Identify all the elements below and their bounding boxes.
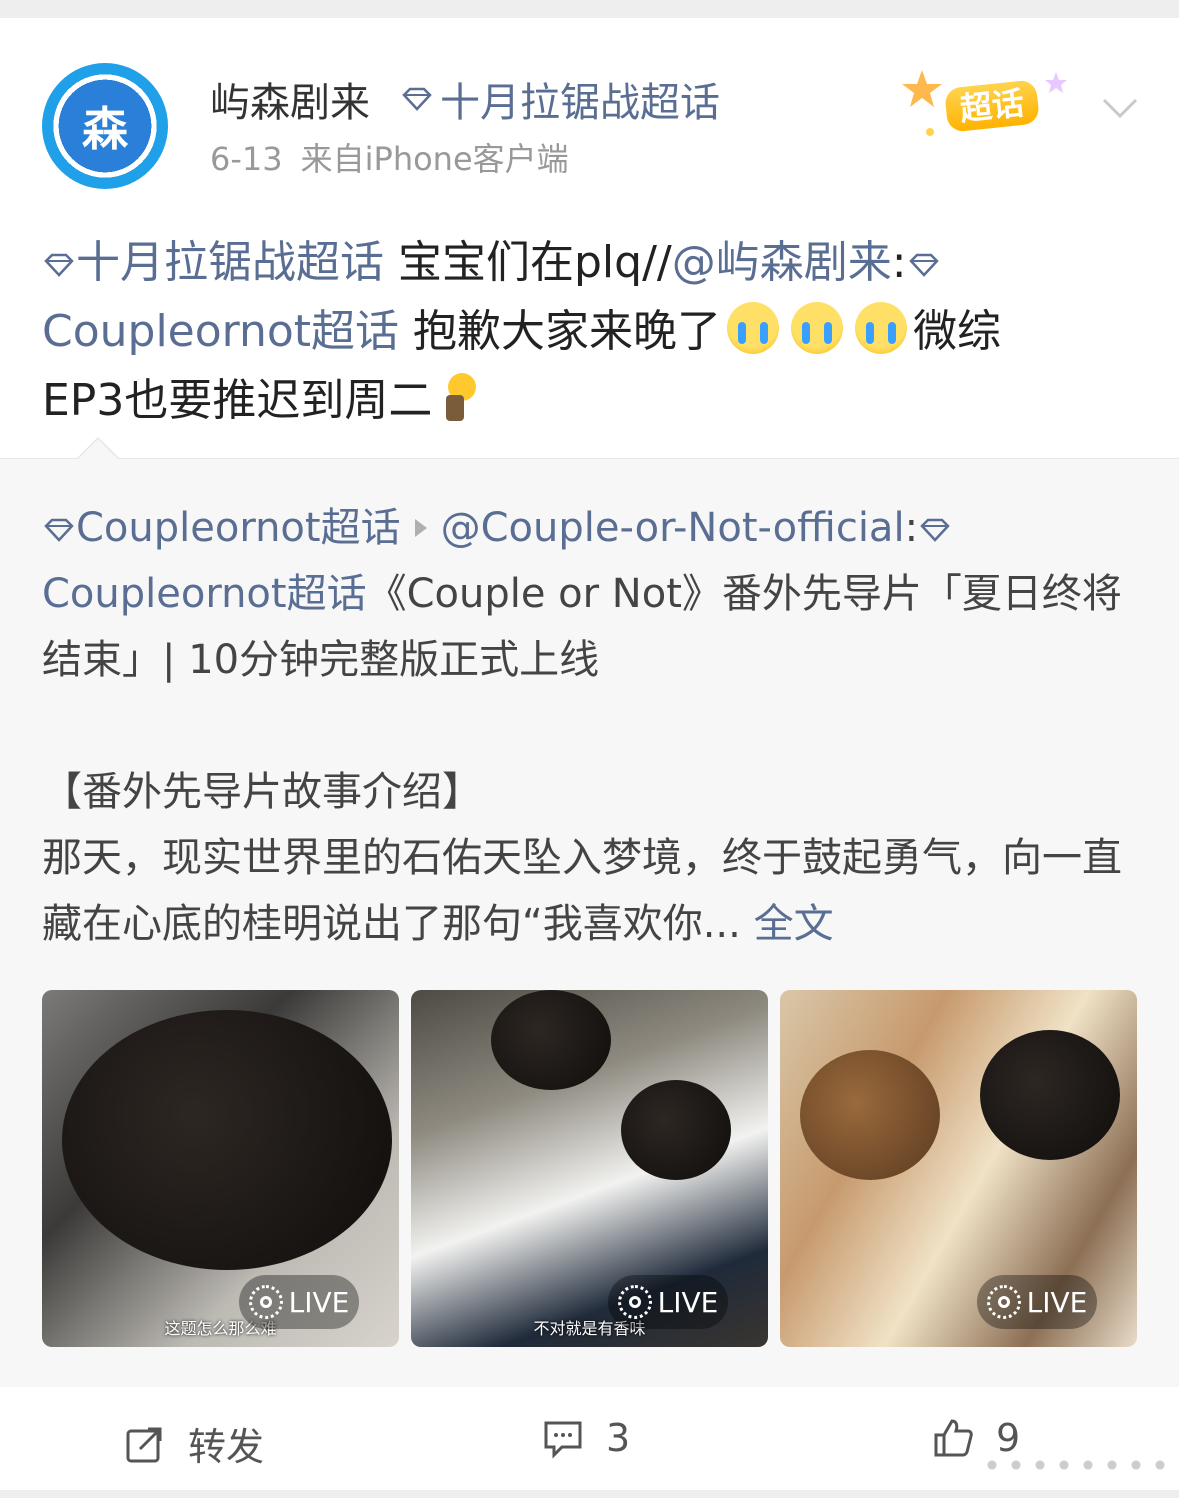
home-indicator — [980, 1452, 1170, 1478]
repost-text: Coupleornot超话 @Couple-or-Not-official: Cou… — [42, 495, 1142, 957]
comment-button[interactable]: 3 — [542, 1416, 630, 1460]
post-card[interactable]: 森 屿森剧来 十月拉锯战超话 6-13 来自iPhone客户端 超话 十月拉锯战超… — [0, 18, 1179, 1490]
live-badge: LIVE — [608, 1275, 728, 1329]
super-topic-icon — [908, 253, 939, 277]
share-label: 转发 — [188, 1425, 265, 1469]
post-date: 6-13 — [210, 140, 283, 178]
live-label: LIVE — [288, 1285, 350, 1319]
story-intro-title: 【番外先导片故事介绍】 — [42, 769, 482, 815]
live-icon — [986, 1285, 1021, 1319]
super-topic-link[interactable]: 十月拉锯战超话 — [400, 70, 720, 128]
live-icon — [248, 1285, 283, 1319]
arrow-right-icon — [414, 519, 427, 537]
live-badge: LIVE — [239, 1275, 359, 1329]
live-photo-3[interactable]: LIVE — [780, 990, 1137, 1347]
live-icon — [617, 1285, 652, 1319]
full-text-link[interactable]: 全文 — [741, 901, 834, 947]
wilting-flower-emoji-icon — [436, 373, 477, 421]
repost-topic-link[interactable]: Coupleornot超话 — [42, 505, 401, 551]
comment-count: 3 — [606, 1416, 631, 1460]
post-meta: 6-13 来自iPhone客户端 — [210, 134, 569, 180]
crying-emoji-icon — [727, 302, 780, 354]
live-label: LIVE — [1026, 1285, 1088, 1319]
super-topic-icon — [402, 87, 432, 111]
post-topic-link[interactable]: 十月拉锯战超话 — [42, 237, 384, 288]
repost-topic-label: Coupleornot超话 — [76, 505, 401, 551]
super-topic-icon — [44, 518, 74, 542]
chevron-down-icon[interactable] — [1100, 88, 1140, 128]
share-button[interactable]: 转发 — [124, 1416, 264, 1471]
super-topic-icon — [44, 253, 74, 277]
post-text: 十月拉锯战超话 宝宝们在plq//@屿森剧来: Coupleornot超话 抱歉大… — [42, 228, 1142, 435]
username[interactable]: 屿森剧来 — [210, 70, 370, 128]
thumbs-up-icon — [934, 1419, 973, 1457]
repost-mention-link[interactable]: @Couple-or-Not-official — [441, 505, 905, 551]
super-topic-icon — [920, 518, 950, 542]
post-source: 来自iPhone客户端 — [300, 140, 569, 178]
post-topic-label-2: Coupleornot超话 — [42, 306, 400, 357]
post-text-2: 抱歉大家来晚了 — [399, 306, 722, 357]
post-colon: : — [891, 237, 907, 288]
post-topic-label: 十月拉锯战超话 — [76, 237, 384, 288]
comment-icon — [544, 1421, 582, 1459]
post-text-3: 微综 — [913, 306, 1002, 357]
live-photo-2[interactable]: 不对就是有香味 LIVE — [411, 990, 768, 1347]
repost-topic-label-2: Coupleornot超话 — [42, 571, 367, 617]
share-icon — [126, 1427, 162, 1462]
avatar-text: 森 — [82, 102, 128, 156]
super-topic-badge[interactable]: 超话 — [900, 62, 1080, 146]
repost-text-2: 那天，现实世界里的石佑天坠入梦境，终于鼓起勇气，向一直藏在心底的桂明说出了那句“… — [42, 835, 1122, 947]
live-photo-1[interactable]: 这题怎么那么难 LIVE — [42, 990, 399, 1347]
live-label: LIVE — [657, 1285, 719, 1319]
live-badge: LIVE — [977, 1275, 1097, 1329]
repost-colon: : — [904, 505, 919, 551]
super-topic-label: 十月拉锯战超话 — [440, 80, 720, 126]
post-mention-link[interactable]: @屿森剧来 — [672, 237, 892, 288]
crying-emoji-icon — [855, 302, 908, 354]
crying-emoji-icon — [791, 302, 844, 354]
post-text-1: 宝宝们在plq// — [384, 237, 672, 288]
post-text-4: EP3也要推迟到周二 — [42, 375, 433, 426]
avatar[interactable]: 森 — [42, 63, 168, 189]
